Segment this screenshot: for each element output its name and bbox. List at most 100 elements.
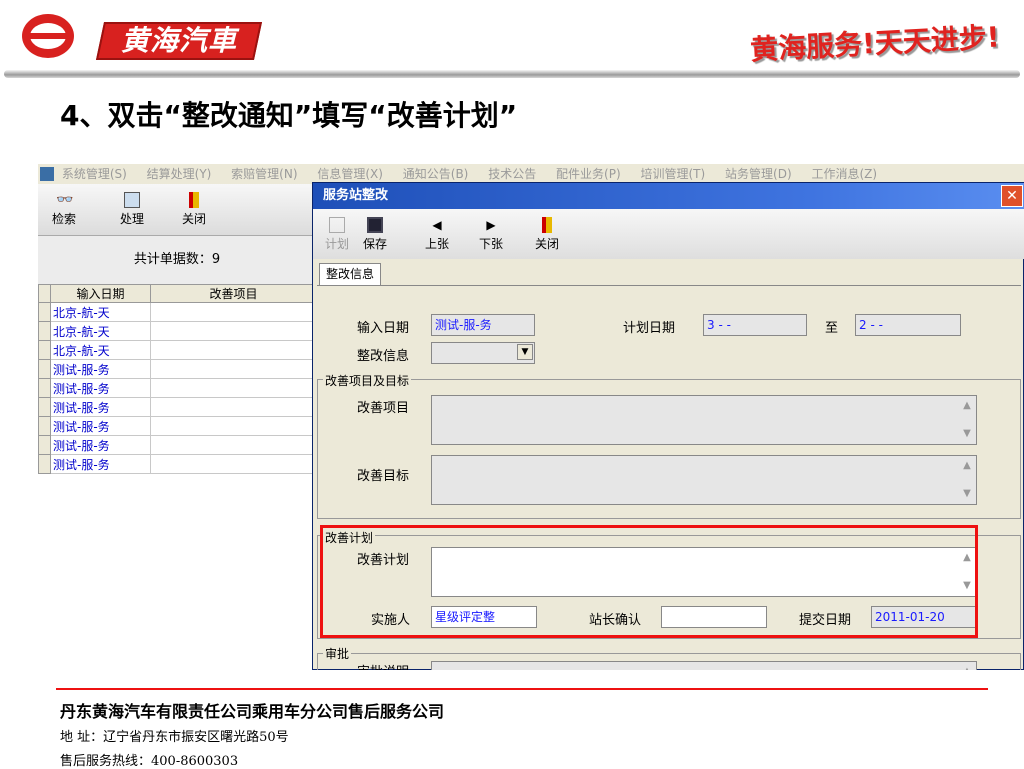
scroll-up-icon[interactable]: ▲ (960, 399, 974, 413)
menu-item[interactable]: 配件业务(P) (556, 167, 621, 181)
process-icon (124, 192, 140, 208)
menu-item[interactable]: 信息管理(X) (317, 167, 383, 181)
plan-label: 计划 (324, 237, 349, 251)
search-label: 检索 (51, 212, 76, 226)
plan-date-start-field[interactable]: 3 - - (703, 314, 807, 336)
row-header[interactable] (38, 454, 51, 474)
plan-button[interactable]: 计划 (317, 209, 357, 252)
door-icon (542, 217, 552, 233)
row-header[interactable] (38, 378, 51, 398)
floppy-icon (367, 217, 383, 233)
table-cell-input-date[interactable]: 北京-航-天 (50, 340, 151, 360)
dialog-close-tool-button[interactable]: 关闭 (527, 209, 567, 252)
row-header[interactable] (38, 397, 51, 417)
dialog-close-button[interactable]: ✕ (1001, 185, 1023, 207)
table-row[interactable]: 测试-服-务 (38, 454, 317, 474)
header-divider (4, 70, 1020, 78)
scroll-down-icon[interactable]: ▼ (960, 427, 974, 441)
column-header[interactable]: 改善项目 (150, 284, 317, 303)
prev-button[interactable]: ◀ 上张 (417, 209, 457, 252)
improve-item-textarea[interactable]: ▲ ▼ (431, 395, 977, 445)
input-date-field[interactable]: 测试-服-务 (431, 314, 535, 336)
menu-item[interactable]: 培训管理(T) (640, 167, 705, 181)
table-row[interactable]: 测试-服-务 (38, 397, 317, 417)
close-button[interactable]: 关闭 (174, 184, 214, 227)
rectify-info-select[interactable]: ▼ (431, 342, 535, 364)
items-goals-group-label: 改善项目及目标 (323, 372, 412, 389)
column-header[interactable]: 输入日期 (50, 284, 151, 303)
table-cell-input-date[interactable]: 测试-服-务 (50, 416, 151, 436)
improve-target-label: 改善目标 (357, 469, 410, 484)
table-cell-input-date[interactable]: 测试-服-务 (50, 378, 151, 398)
table-cell-improve-item[interactable] (150, 302, 317, 322)
table-cell-improve-item[interactable] (150, 359, 317, 379)
table-cell-improve-item[interactable] (150, 340, 317, 360)
table-row[interactable]: 北京-航-天 (38, 340, 317, 360)
menu-item[interactable]: 工作消息(Z) (811, 167, 877, 181)
menu-item[interactable]: 结算处理(Y) (147, 167, 212, 181)
scroll-up-icon[interactable]: ▲ (960, 459, 974, 473)
footer-address: 地 址：辽宁省丹东市振安区曙光路50号 (60, 730, 289, 745)
table-cell-input-date[interactable]: 测试-服-务 (50, 435, 151, 455)
approval-note-textarea[interactable]: ▲ (431, 661, 977, 670)
save-button[interactable]: 保存 (355, 209, 395, 252)
next-label: 下张 (478, 237, 503, 251)
rectify-info-label: 整改信息 (357, 349, 410, 364)
tab-rectify-info[interactable]: 整改信息 (319, 263, 382, 285)
highlight-box (320, 525, 978, 638)
table-row[interactable]: 北京-航-天 (38, 302, 317, 322)
plan-icon (329, 217, 345, 233)
row-header[interactable] (38, 416, 51, 436)
approval-group-label: 审批 (323, 645, 352, 662)
menu-item[interactable]: 索赔管理(N) (231, 167, 297, 181)
menu-item[interactable]: 通知公告(B) (403, 167, 469, 181)
table-cell-input-date[interactable]: 北京-航-天 (50, 302, 151, 322)
row-header[interactable] (38, 340, 51, 360)
table-row[interactable]: 测试-服-务 (38, 378, 317, 398)
prev-label: 上张 (424, 237, 449, 251)
row-header[interactable] (38, 435, 51, 455)
next-button[interactable]: ▶ 下张 (471, 209, 511, 252)
improve-target-textarea[interactable]: ▲ ▼ (431, 455, 977, 505)
arrow-right-icon: ▶ (486, 218, 496, 232)
table-cell-improve-item[interactable] (150, 416, 317, 436)
table-cell-input-date[interactable]: 测试-服-务 (50, 397, 151, 417)
table-cell-improve-item[interactable] (150, 454, 317, 474)
process-button[interactable]: 处理 (112, 184, 152, 227)
footer-divider (56, 688, 988, 690)
menu-item[interactable]: 系统管理(S) (62, 167, 127, 181)
plan-date-end-field[interactable]: 2 - - (855, 314, 961, 336)
dialog-toolbar: 计划 保存 ◀ 上张 ▶ 下张 关闭 (313, 209, 1024, 259)
menu-item[interactable]: 技术公告 (488, 167, 536, 181)
table-row[interactable]: 测试-服-务 (38, 416, 317, 436)
table-row[interactable]: 测试-服-务 (38, 435, 317, 455)
scroll-down-icon[interactable]: ▼ (960, 487, 974, 501)
app-icon (40, 167, 54, 181)
table-cell-input-date[interactable]: 北京-航-天 (50, 321, 151, 341)
scroll-up-icon[interactable]: ▲ (960, 665, 974, 670)
table-cell-improve-item[interactable] (150, 378, 317, 398)
row-header[interactable] (38, 321, 51, 341)
improve-item-label: 改善项目 (357, 401, 410, 416)
menu-bar: 系统管理(S) 结算处理(Y) 索赔管理(N) 信息管理(X) 通知公告(B) … (38, 164, 1024, 184)
brand-logo-text: 黄海汽車 (120, 24, 237, 57)
chevron-down-icon[interactable]: ▼ (517, 344, 533, 360)
page-heading: 4、双击“整改通知”填写“改善计划” (60, 99, 518, 132)
record-table: 输入日期 改善项目 北京-航-天 北京-航-天 北京-航-天 测试-服-务 测试-服-务… (38, 284, 317, 474)
search-button[interactable]: 👓 检索 (44, 184, 84, 227)
record-count: 共计单据数：9 (38, 236, 316, 284)
menu-item[interactable]: 站务管理(D) (725, 167, 792, 181)
table-row[interactable]: 北京-航-天 (38, 321, 317, 341)
table-row[interactable]: 测试-服-务 (38, 359, 317, 379)
row-header[interactable] (38, 302, 51, 322)
table-cell-improve-item[interactable] (150, 321, 317, 341)
table-cell-input-date[interactable]: 测试-服-务 (50, 454, 151, 474)
binoculars-icon: 👓 (56, 192, 74, 208)
table-cell-improve-item[interactable] (150, 435, 317, 455)
table-cell-input-date[interactable]: 测试-服-务 (50, 359, 151, 379)
table-cell-improve-item[interactable] (150, 397, 317, 417)
close-label: 关闭 (181, 212, 206, 226)
row-header[interactable] (38, 359, 51, 379)
save-label: 保存 (362, 237, 387, 251)
list-toolbar: 👓 检索 处理 关闭 (38, 184, 316, 236)
